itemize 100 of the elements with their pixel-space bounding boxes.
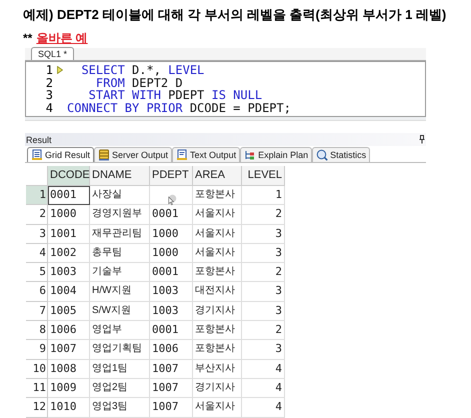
table-cell: 서울지사 — [193, 244, 242, 264]
table-cell: 영업1팀 — [90, 360, 150, 379]
row-number[interactable]: 10 — [26, 360, 48, 379]
table-cell: 영업3팀 — [90, 398, 150, 418]
row-number[interactable]: 1 — [26, 186, 48, 206]
row-number[interactable]: 9 — [26, 340, 48, 360]
table-cell: 2 — [242, 205, 285, 225]
row-number[interactable]: 2 — [26, 205, 48, 225]
pin-icon[interactable] — [419, 135, 425, 144]
result-tab[interactable]: Grid Result — [27, 147, 94, 162]
table-cell: 1002 — [48, 244, 90, 264]
table-cell: 1003 — [150, 282, 193, 302]
result-tab[interactable]: Explain Plan — [240, 147, 312, 162]
panel-title: Result — [26, 134, 52, 146]
column-header[interactable]: AREA — [193, 166, 242, 186]
table-cell: 3 — [242, 224, 285, 244]
heading: 예제) DEPT2 테이블에 대해 각 부서의 레벨을 출력(최상위 부서가 1 레벨) — [23, 6, 448, 24]
table-cell: 영업2팀 — [90, 378, 150, 398]
table-cell: 대전지사 — [193, 282, 242, 302]
table-cell: 4 — [242, 398, 285, 418]
tree-icon — [244, 149, 256, 161]
table-cell: 경기지사 — [193, 302, 242, 322]
table-cell: 1005 — [48, 302, 90, 322]
table-cell: 서울지사 — [193, 224, 242, 244]
line-number: 4 — [44, 102, 53, 114]
row-number[interactable]: 7 — [26, 302, 48, 322]
database-icon — [98, 149, 110, 161]
table-cell: 1009 — [48, 378, 90, 398]
code-line: START WITH PDEPT IS NULL — [88, 89, 262, 102]
row-number[interactable]: 12 — [26, 398, 48, 418]
table-cell: 영업부 — [90, 321, 150, 340]
document-icon — [176, 149, 188, 161]
row-number[interactable]: 6 — [26, 282, 48, 302]
table-cell: 1000 — [150, 244, 193, 264]
table-cell: 경영지원부 — [90, 205, 150, 225]
table-cell: 4 — [242, 360, 285, 379]
table-cell: 1007 — [48, 340, 90, 360]
table-cell: 포항본사 — [193, 321, 242, 340]
row-number[interactable]: 4 — [26, 244, 48, 264]
table-cell: 2 — [242, 263, 285, 282]
table-cell: 1007 — [150, 378, 193, 398]
table-cell: 서울지사 — [193, 205, 242, 225]
bullet-marks: ** — [23, 30, 32, 46]
table-cell: H/W지원 — [90, 282, 150, 302]
table-cell: 1003 — [150, 302, 193, 322]
table-cell: 총무팀 — [90, 244, 150, 264]
line-number: 3 — [44, 89, 53, 102]
table-cell: 0001 — [150, 263, 193, 282]
code-line: SELECT D.*, LEVEL — [80, 64, 204, 76]
table-cell: 1003 — [48, 263, 90, 282]
table-cell: 3 — [242, 244, 285, 264]
table-cell: 1010 — [48, 398, 90, 418]
row-number[interactable]: 11 — [26, 378, 48, 398]
code-line: CONNECT BY PRIOR DCODE = PDEPT; — [67, 102, 291, 114]
table-cell: 0001 — [48, 186, 90, 206]
table-cell: 경기지사 — [193, 378, 242, 398]
magnifier-icon — [316, 149, 328, 161]
table-cell: 3 — [242, 340, 285, 360]
table-cell: S/W지원 — [90, 302, 150, 322]
table-cell: 영업기획팀 — [90, 340, 150, 360]
table-cell: 재무관리팀 — [90, 224, 150, 244]
table-cell: 1007 — [150, 360, 193, 379]
table-cell: 1006 — [150, 340, 193, 360]
row-number[interactable]: 8 — [26, 321, 48, 340]
table-cell: 1001 — [48, 224, 90, 244]
row-number[interactable]: 3 — [26, 224, 48, 244]
column-header[interactable]: DCODE — [48, 166, 90, 186]
table-cell: 1000 — [150, 224, 193, 244]
table-cell: 3 — [242, 302, 285, 322]
column-header[interactable]: LEVEL — [242, 166, 285, 186]
table-cell: 1004 — [48, 282, 90, 302]
result-tab[interactable]: Text Output — [172, 147, 240, 162]
table-cell: 4 — [242, 378, 285, 398]
editor-tab[interactable]: SQL1 * — [31, 47, 74, 60]
document-icon — [31, 149, 43, 161]
table-cell: 1008 — [48, 360, 90, 379]
table-cell: 2 — [242, 321, 285, 340]
table-cell: 부산지사 — [193, 360, 242, 379]
result-tab[interactable]: Statistics — [312, 147, 370, 162]
line-number: 2 — [44, 76, 53, 89]
table-cell: 1000 — [48, 205, 90, 225]
row-number[interactable]: 5 — [26, 263, 48, 282]
table-cell: 0001 — [150, 321, 193, 340]
table-cell: 0001 — [150, 205, 193, 225]
table-cell: 1006 — [48, 321, 90, 340]
table-cell: 기술부 — [90, 263, 150, 282]
column-header[interactable]: DNAME — [90, 166, 150, 186]
line-number: 1 — [44, 64, 53, 76]
table-cell: 사장실 — [90, 186, 150, 206]
column-header[interactable]: PDEPT — [150, 166, 193, 186]
table-cell: 포항본사 — [193, 263, 242, 282]
table-cell: 1 — [242, 186, 285, 206]
code-editor[interactable]: 1 SELECT D.*, LEVEL 2 FROM DEPT2 D 3 START WITH PDEPT IS NULL 4 CONNECT BY PRIOR DCODE = PDEPT; — [25, 61, 426, 117]
table-cell: 3 — [242, 282, 285, 302]
table-cell: 포항본사 — [193, 340, 242, 360]
code-line: FROM DEPT2 D — [94, 76, 183, 89]
table-cell: 서울지사 — [193, 398, 242, 418]
subheading-link[interactable]: 올바른 예 — [36, 30, 88, 46]
table-cell: 1007 — [150, 398, 193, 418]
result-tab[interactable]: Server Output — [94, 147, 172, 162]
